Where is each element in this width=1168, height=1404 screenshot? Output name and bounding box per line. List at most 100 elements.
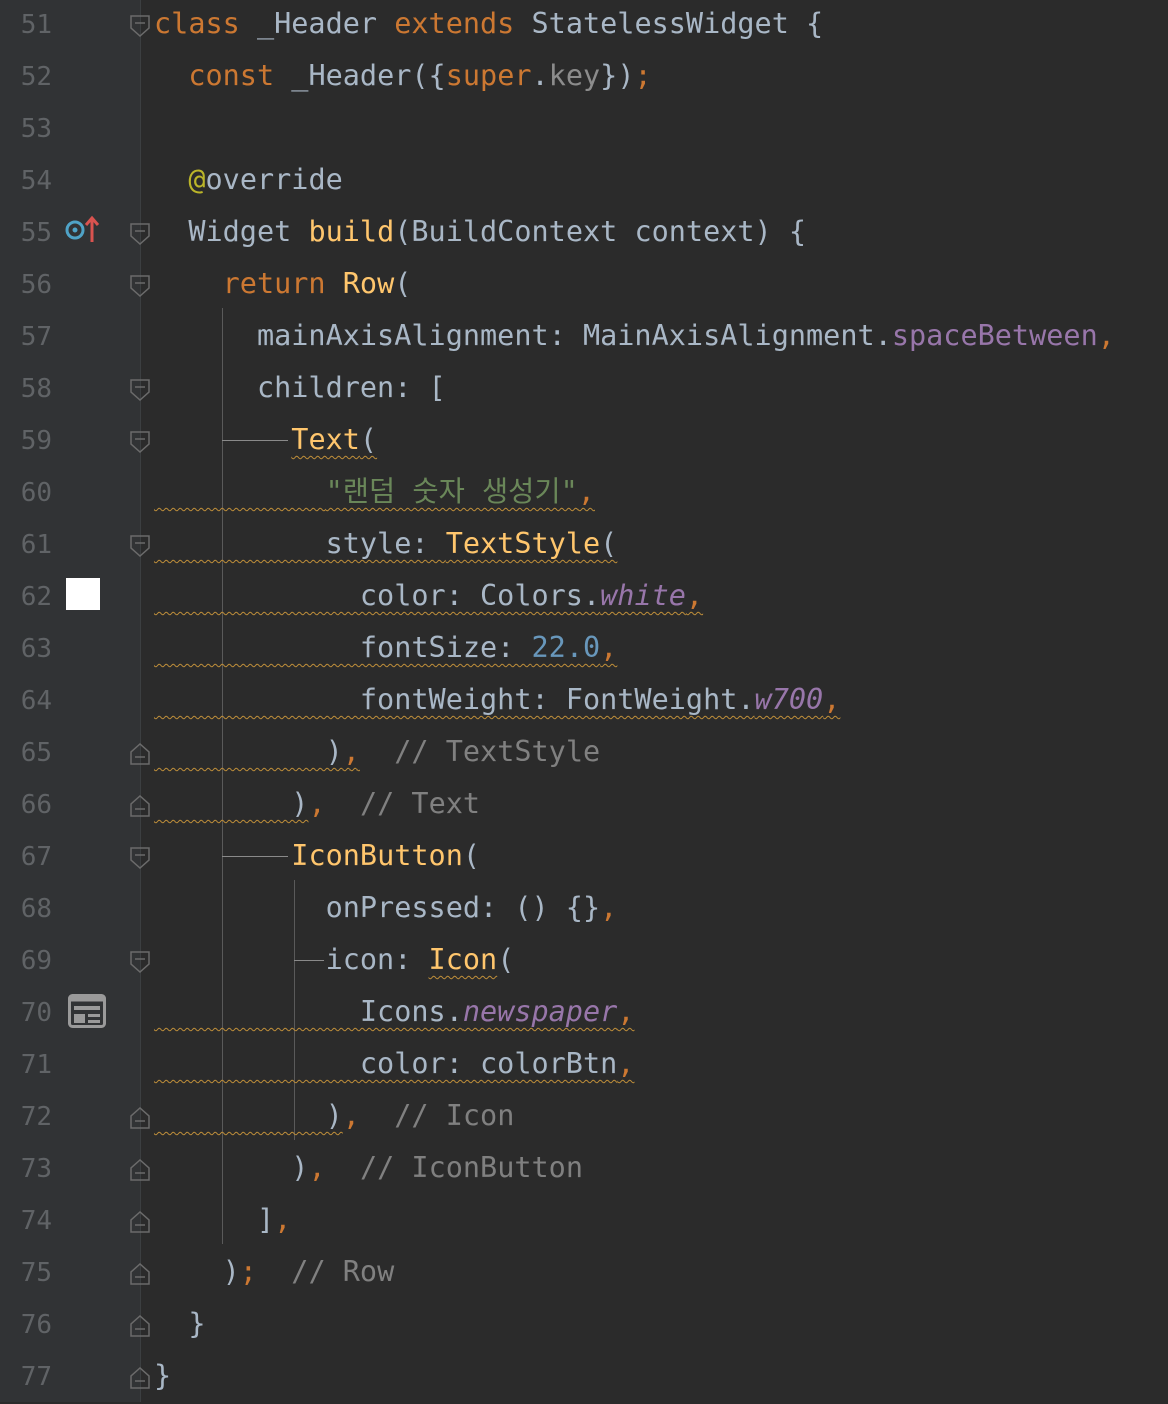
code-token: key — [548, 59, 601, 92]
line-number: 71 — [20, 1050, 52, 1080]
line-number: 59 — [20, 426, 52, 456]
code-line[interactable]: 71 color: colorBtn, — [0, 1040, 1168, 1092]
code-line[interactable]: 54 @override — [0, 156, 1168, 208]
code-editor[interactable]: 51 class _Header extends StatelessWidget … — [0, 0, 1168, 1402]
code-text: return Row( — [154, 266, 412, 302]
fold-collapse-icon[interactable] — [130, 950, 150, 974]
code-line[interactable]: 73 ), // IconButton — [0, 1144, 1168, 1196]
line-number: 56 — [20, 270, 52, 300]
code-token: } — [154, 1307, 206, 1340]
code-text: const _Header({super.key}); — [154, 58, 652, 94]
line-number: 53 — [20, 114, 52, 144]
code-line[interactable]: 59 Text( — [0, 416, 1168, 468]
code-line[interactable]: 60 "랜덤 숫자 생성기", — [0, 468, 1168, 520]
code-line[interactable]: 62 color: Colors.white, — [0, 572, 1168, 624]
code-text: icon: Icon( — [154, 942, 515, 978]
line-number: 64 — [20, 686, 52, 716]
code-token: } — [154, 1359, 172, 1392]
code-line[interactable]: 68 onPressed: () {}, — [0, 884, 1168, 936]
code-token: override — [205, 163, 343, 196]
code-text: } — [154, 1306, 205, 1342]
code-line[interactable]: 75 ); // Row — [0, 1248, 1168, 1300]
code-line[interactable]: 51 class _Header extends StatelessWidget … — [0, 0, 1168, 52]
line-number: 67 — [20, 842, 52, 872]
code-token: ; — [634, 59, 652, 92]
line-number: 69 — [20, 946, 52, 976]
code-line[interactable]: 63 fontSize: 22.0, — [0, 624, 1168, 676]
code-line[interactable]: 61 style: TextStyle( — [0, 520, 1168, 572]
code-text: Widget build(BuildContext context) { — [154, 214, 806, 250]
fold-collapse-icon[interactable] — [130, 534, 150, 558]
fold-end-icon[interactable] — [130, 1210, 150, 1234]
code-text: Text( — [154, 422, 377, 458]
line-number: 63 — [20, 634, 52, 664]
line-number: 72 — [20, 1102, 52, 1132]
code-token: ) — [154, 1099, 343, 1132]
code-token: , — [617, 995, 635, 1028]
fold-collapse-icon[interactable] — [130, 378, 150, 402]
code-token: const — [188, 59, 275, 92]
code-line[interactable]: 64 fontWeight: FontWeight.w700, — [0, 676, 1168, 728]
fold-end-icon[interactable] — [130, 742, 150, 766]
line-number: 62 — [20, 582, 52, 612]
code-token: , — [685, 579, 704, 612]
fold-end-icon[interactable] — [130, 1158, 150, 1182]
fold-end-icon[interactable] — [130, 1366, 150, 1390]
code-text: class _Header extends StatelessWidget { — [154, 6, 823, 42]
code-text: @override — [154, 162, 343, 198]
code-token: ) — [154, 1255, 240, 1288]
fold-collapse-icon[interactable] — [130, 14, 150, 38]
code-token: TextStyle — [445, 527, 601, 560]
code-token: , — [308, 787, 326, 820]
line-number: 74 — [20, 1206, 52, 1236]
line-number: 54 — [20, 166, 52, 196]
code-line[interactable]: 76 } — [0, 1300, 1168, 1352]
fold-collapse-icon[interactable] — [130, 274, 150, 298]
code-token: _Header — [239, 7, 395, 40]
code-text: ); // Row — [154, 1254, 395, 1290]
code-token: // Icon — [394, 1099, 515, 1132]
code-text: fontSize: 22.0, — [154, 630, 617, 666]
code-line[interactable]: 56 return Row( — [0, 260, 1168, 312]
line-number: 55 — [20, 218, 52, 248]
code-line[interactable]: 58 children: [ — [0, 364, 1168, 416]
line-number: 76 — [20, 1310, 52, 1340]
code-line[interactable]: 74 ], — [0, 1196, 1168, 1248]
color-swatch-icon[interactable] — [66, 578, 100, 610]
code-token: . — [531, 59, 549, 92]
code-line[interactable]: 66 ), // Text — [0, 780, 1168, 832]
fold-end-icon[interactable] — [130, 1106, 150, 1130]
code-line[interactable]: 72 ), // Icon — [0, 1092, 1168, 1144]
code-text: color: Colors.white, — [154, 578, 703, 614]
code-line[interactable]: 65 ), // TextStyle — [0, 728, 1168, 780]
code-line[interactable]: 67 IconButton( — [0, 832, 1168, 884]
code-text: ), // Icon — [154, 1098, 515, 1134]
code-token: // TextStyle — [394, 735, 601, 768]
fold-collapse-icon[interactable] — [130, 846, 150, 870]
fold-collapse-icon[interactable] — [130, 430, 150, 454]
code-line[interactable]: 77} — [0, 1352, 1168, 1404]
code-token: style: — [154, 527, 446, 560]
override-up-arrow-icon[interactable] — [64, 214, 104, 246]
fold-end-icon[interactable] — [130, 794, 150, 818]
code-token: , — [274, 1203, 292, 1236]
code-line[interactable]: 57 mainAxisAlignment: MainAxisAlignment.… — [0, 312, 1168, 364]
fold-collapse-icon[interactable] — [130, 222, 150, 246]
fold-end-icon[interactable] — [130, 1262, 150, 1286]
code-line[interactable]: 52 const _Header({super.key}); — [0, 52, 1168, 104]
line-number: 66 — [20, 790, 52, 820]
code-line[interactable]: 69 icon: Icon( — [0, 936, 1168, 988]
fold-end-icon[interactable] — [130, 1314, 150, 1338]
code-token: // Text — [359, 787, 481, 820]
code-text: ), // TextStyle — [154, 734, 601, 770]
code-line[interactable]: 55 Widget build(BuildContext context) { — [0, 208, 1168, 260]
code-line[interactable]: 70 Icons.newspaper, — [0, 988, 1168, 1040]
code-line[interactable]: 53 — [0, 104, 1168, 156]
code-token: , — [600, 891, 618, 924]
